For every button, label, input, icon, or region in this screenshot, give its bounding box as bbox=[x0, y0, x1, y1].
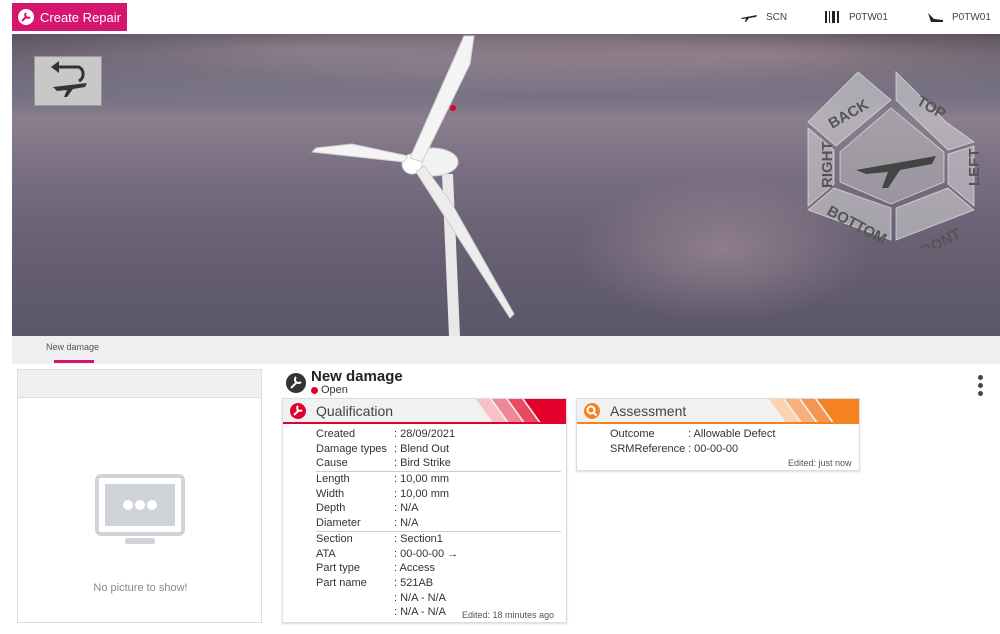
qualification-stripes bbox=[476, 399, 566, 422]
view-cube[interactable]: BACK TOP LEFT RIGHT BOTTOM FRONT bbox=[796, 58, 986, 248]
tab-strip: New damage bbox=[12, 336, 1000, 364]
active-tab-indicator bbox=[54, 360, 94, 363]
qualification-title: Qualification bbox=[316, 403, 394, 419]
assessment-card[interactable]: Assessment Outcome: Allowable Defect SRM… bbox=[576, 398, 860, 471]
row-part-name: Part name: 521AB bbox=[316, 576, 434, 589]
assessment-edited: Edited: just now bbox=[788, 458, 852, 468]
row-ata[interactable]: ATA: 00-00-00 → bbox=[316, 547, 561, 562]
cube-label-right: RIGHT bbox=[819, 141, 836, 188]
damage-title: New damage bbox=[311, 368, 403, 385]
qualification-card[interactable]: Qualification Created: 28/09/2021 Damage… bbox=[282, 398, 567, 623]
qualification-edited: Edited: 18 minutes ago bbox=[462, 610, 555, 620]
airplane-icon bbox=[740, 11, 758, 23]
tab-new-damage[interactable]: New damage bbox=[46, 342, 99, 352]
assessment-card-header: Assessment bbox=[577, 399, 859, 424]
picture-panel-header bbox=[18, 370, 261, 398]
aircraft-type-text: SCN bbox=[766, 11, 788, 23]
wrench-circle-icon bbox=[290, 403, 306, 419]
plane-tail-icon bbox=[928, 11, 944, 23]
row-diameter: Diameter: N/A bbox=[316, 517, 419, 530]
qualification-rows: Created: 28/09/2021 Damage types: Blend … bbox=[316, 427, 561, 620]
barcode-icon bbox=[825, 11, 841, 23]
status-text: Open bbox=[321, 384, 348, 396]
cube-label-left: LEFT bbox=[966, 149, 983, 187]
registration-text: P0TW01 bbox=[952, 11, 991, 23]
row-created: Created: 28/09/2021 bbox=[316, 428, 456, 440]
create-repair-button[interactable]: Create Repair bbox=[12, 3, 127, 31]
row-depth: Depth: N/A bbox=[316, 502, 419, 515]
picture-panel: No picture to show! bbox=[17, 369, 262, 623]
monitor-icon bbox=[95, 474, 185, 544]
damage-status: Open bbox=[311, 384, 348, 396]
status-dot bbox=[311, 386, 318, 394]
rotate-back-icon bbox=[43, 59, 93, 104]
view-back-button[interactable] bbox=[34, 56, 102, 106]
row-part-type: Part type: Access bbox=[316, 562, 435, 575]
serial-text: P0TW01 bbox=[849, 11, 888, 23]
assessment-title: Assessment bbox=[610, 403, 687, 419]
row-length: Length: 10,00 mm bbox=[316, 473, 450, 486]
no-picture-text: No picture to show! bbox=[93, 582, 188, 594]
wrench-circle-icon bbox=[286, 373, 306, 393]
row-width: Width: 10,00 mm bbox=[316, 487, 450, 500]
wrench-plus-icon bbox=[18, 9, 34, 25]
row-cause: Cause: Bird Strike bbox=[316, 457, 451, 470]
create-repair-label: Create Repair bbox=[40, 9, 121, 25]
serial-info: P0TW01 bbox=[825, 0, 888, 34]
top-bar: Create Repair SCN P0TW01 P0TW01 bbox=[0, 0, 1000, 34]
wind-turbine-model[interactable] bbox=[292, 34, 532, 336]
assessment-stripes bbox=[769, 399, 859, 422]
search-circle-icon bbox=[584, 403, 600, 419]
row-section: Section: Section1 bbox=[316, 532, 443, 545]
row-damage-types: Damage types: Blend Out bbox=[316, 442, 450, 455]
qualification-card-header: Qualification bbox=[283, 399, 566, 424]
damage-marker[interactable] bbox=[450, 105, 456, 111]
registration-info: P0TW01 bbox=[928, 0, 991, 34]
aircraft-type-info: SCN bbox=[740, 0, 787, 34]
3d-viewer[interactable]: BACK TOP LEFT RIGHT BOTTOM FRONT bbox=[12, 34, 1000, 336]
row-zone-1: : N/A - N/A bbox=[394, 591, 446, 604]
kebab-menu-icon[interactable] bbox=[974, 374, 986, 402]
